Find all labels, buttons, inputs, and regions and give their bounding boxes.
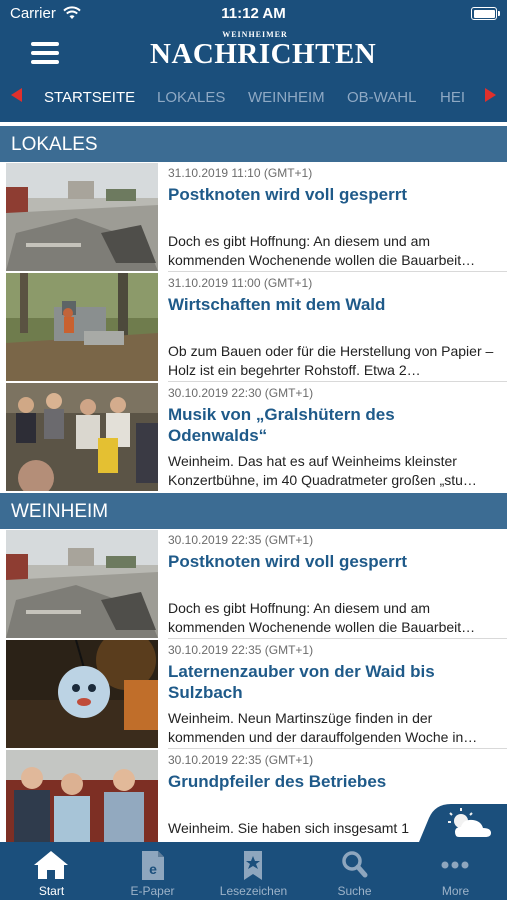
- article-teaser: Weinheim. Neun Martinszüge finden in der…: [168, 710, 478, 745]
- section-header-lokales: LOKALES: [0, 126, 507, 162]
- article-date: 30.10.2019 22:35 (GMT+1): [168, 753, 314, 767]
- nav-label: E-Paper: [130, 884, 175, 898]
- tab-weinheim[interactable]: WEINHEIM: [248, 89, 325, 106]
- article-image: [6, 383, 158, 491]
- article-title: Musik von „Gralshütern des Odenwalds“: [168, 405, 395, 445]
- article-date: 30.10.2019 22:30 (GMT+1): [168, 386, 314, 400]
- more-icon: [441, 861, 469, 869]
- tab-startseite[interactable]: STARTSEITE: [44, 89, 135, 106]
- nav-start[interactable]: Start: [1, 842, 102, 900]
- nav-label: Start: [38, 884, 65, 898]
- logo-title: NACHRICHTEN: [150, 38, 377, 70]
- home-icon: [34, 851, 68, 879]
- logo: WEINHEIMER NACHRICHTEN: [150, 30, 377, 70]
- article-image: [6, 640, 158, 748]
- battery-icon: [471, 7, 500, 20]
- article-date: 30.10.2019 22:35 (GMT+1): [168, 643, 314, 657]
- tab-heimat[interactable]: HEI: [440, 89, 465, 106]
- weather-widget[interactable]: [419, 804, 507, 842]
- article-item[interactable]: 30.10.2019 22:35 (GMT+1) Postknoten wird…: [0, 529, 507, 639]
- article-date: 30.10.2019 22:35 (GMT+1): [168, 533, 314, 547]
- top-bar: Carrier 11:12 AM WEINHEIMER NACHRICHTEN …: [0, 0, 507, 122]
- status-bar: Carrier 11:12 AM: [0, 0, 507, 28]
- article-item[interactable]: 30.10.2019 22:30 (GMT+1) Musik von „Gral…: [0, 382, 507, 492]
- article-item[interactable]: 30.10.2019 22:35 (GMT+1) Laternenzauber …: [0, 639, 507, 749]
- article-item[interactable]: 31.10.2019 11:10 (GMT+1) Postknoten wird…: [0, 162, 507, 272]
- article-image: [6, 163, 158, 271]
- epaper-icon: e: [142, 851, 164, 880]
- nav-suche[interactable]: Suche: [304, 842, 405, 900]
- article-date: 31.10.2019 11:10 (GMT+1): [168, 166, 313, 180]
- article-title: Laternenzauber von der Waid bis Sulzbach: [168, 662, 435, 702]
- category-tabs: STARTSEITE LOKALES WEINHEIM OB-WAHL HEI: [0, 82, 507, 112]
- weather-icon: [419, 804, 507, 842]
- nav-label: More: [441, 884, 470, 898]
- bottom-nav: Start e E-Paper Lesezeichen Suche More: [0, 842, 507, 900]
- clock: 11:12 AM: [221, 5, 286, 22]
- article-image: [6, 273, 158, 381]
- nav-lesezeichen[interactable]: Lesezeichen: [203, 842, 304, 900]
- search-icon: [342, 851, 368, 878]
- article-date: 31.10.2019 11:00 (GMT+1): [168, 276, 313, 290]
- arrow-right-icon[interactable]: [485, 88, 496, 102]
- menu-icon[interactable]: [31, 42, 59, 64]
- article-teaser: Doch es gibt Hoffnung: An diesem und am …: [168, 233, 476, 268]
- arrow-left-icon[interactable]: [11, 88, 22, 102]
- article-title: Wirtschaften mit dem Wald: [168, 295, 386, 314]
- nav-epaper[interactable]: e E-Paper: [102, 842, 203, 900]
- tab-lokales[interactable]: LOKALES: [157, 89, 225, 106]
- article-title: Grundpfeiler des Betriebes: [168, 772, 387, 791]
- nav-label: Suche: [337, 884, 372, 898]
- article-title: Postknoten wird voll gesperrt: [168, 552, 407, 571]
- nav-more[interactable]: More: [405, 842, 506, 900]
- article-teaser: Ob zum Bauen oder für die Herstellung vo…: [168, 343, 494, 378]
- section-header-weinheim: WEINHEIM: [0, 493, 507, 529]
- article-image: [6, 530, 158, 638]
- svg-text:e: e: [149, 861, 157, 877]
- tab-ob-wahl[interactable]: OB-WAHL: [347, 89, 416, 106]
- article-teaser: Doch es gibt Hoffnung: An diesem und am …: [168, 600, 476, 635]
- article-item[interactable]: 31.10.2019 11:00 (GMT+1) Wirtschaften mi…: [0, 272, 507, 382]
- bookmark-icon: [244, 851, 262, 880]
- article-teaser: Weinheim. Das hat es auf Weinheims klein…: [168, 453, 477, 488]
- article-title: Postknoten wird voll gesperrt: [168, 185, 407, 204]
- nav-label: Lesezeichen: [219, 884, 288, 898]
